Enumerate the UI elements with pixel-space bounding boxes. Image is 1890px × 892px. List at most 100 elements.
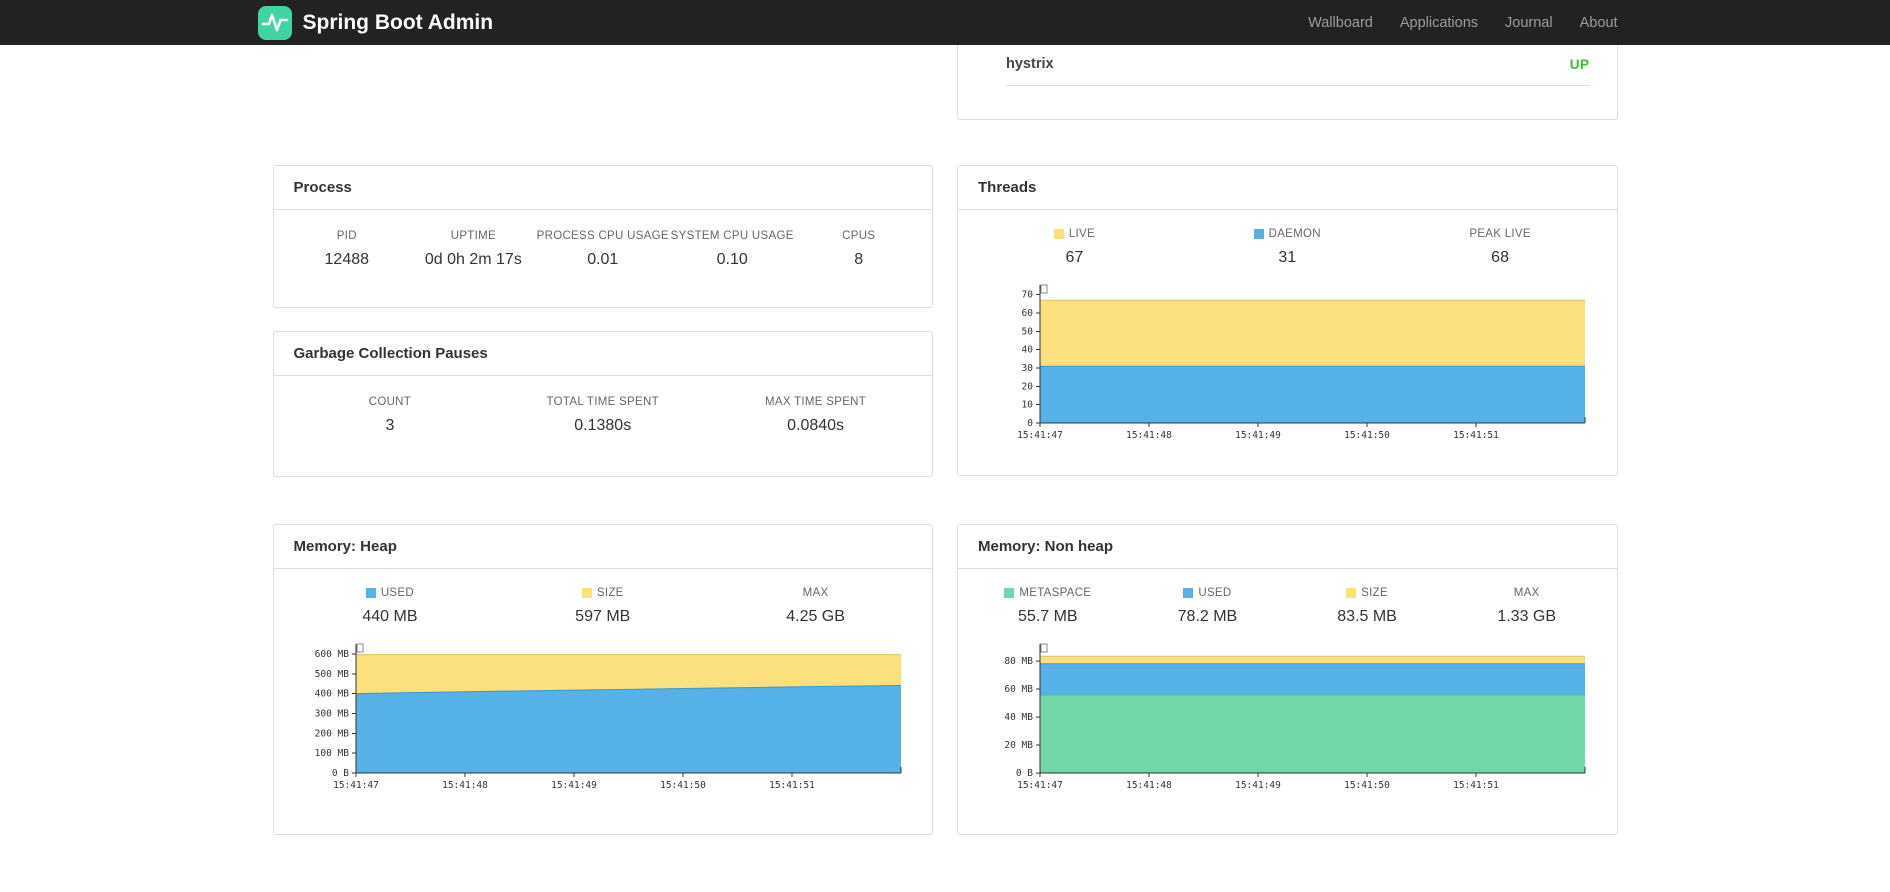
- svg-text:70: 70: [1022, 290, 1034, 301]
- legend-value: 83.5 MB: [1337, 608, 1397, 625]
- used-swatch-icon: [1183, 588, 1194, 598]
- svg-text:15:41:51: 15:41:51: [769, 780, 815, 791]
- application-name[interactable]: hystrix: [1006, 56, 1054, 72]
- metric-system-cpu: SYSTEM CPU USAGE 0.10: [669, 230, 796, 269]
- gc-panel-title: Garbage Collection Pauses: [273, 332, 932, 376]
- threads-panel: Threads LIVE 67 DAEMON 31 PEAK LIVE 68 0…: [957, 165, 1618, 476]
- application-status-row: hystrix UP: [1006, 45, 1590, 86]
- svg-text:15:41:49: 15:41:49: [551, 780, 597, 791]
- status-col: hystrix UP: [957, 45, 1618, 120]
- row-memory: Memory: Heap USED 440 MB SIZE 597 MB MAX…: [272, 524, 1618, 835]
- legend-item-daemon: DAEMON 31: [1181, 228, 1394, 267]
- legend-value: 67: [1065, 249, 1084, 266]
- right-col: Threads LIVE 67 DAEMON 31 PEAK LIVE 68 0…: [957, 165, 1618, 477]
- svg-text:15:41:50: 15:41:50: [660, 780, 706, 791]
- status-badge: UP: [1569, 56, 1590, 72]
- metric-label: UPTIME: [450, 230, 496, 242]
- svg-text:60: 60: [1022, 308, 1034, 319]
- svg-text:0 B: 0 B: [331, 768, 348, 779]
- row-main: Process PID 12488 UPTIME 0d 0h 2m 17s PR…: [272, 165, 1618, 477]
- threads-chart: 0 10 20 30 40 50 60 70 15:41:47 15:41:48 15:41:49 1…: [978, 281, 1597, 452]
- metric-value: 0.0840s: [787, 417, 845, 434]
- metric-label: MAX TIME SPENT: [765, 396, 867, 408]
- gc-metrics: COUNT 3 TOTAL TIME SPENT 0.1380s MAX TIM…: [274, 376, 933, 459]
- legend-item-peak-live: PEAK LIVE 68: [1394, 228, 1607, 267]
- metric-value: 0d 0h 2m 17s: [424, 251, 522, 268]
- memory-nonheap-panel-title: Memory: Non heap: [958, 525, 1617, 569]
- legend-label: DAEMON: [1268, 228, 1321, 240]
- svg-text:100 MB: 100 MB: [314, 748, 349, 759]
- metric-value: 8: [854, 251, 864, 268]
- process-metrics: PID 12488 UPTIME 0d 0h 2m 17s PROCESS CP…: [274, 210, 933, 293]
- nav-item-about[interactable]: About: [1580, 15, 1618, 31]
- legend-item-live: LIVE 67: [968, 228, 1181, 267]
- svg-text:15:41:48: 15:41:48: [1126, 430, 1172, 441]
- svg-text:60 MB: 60 MB: [1004, 684, 1033, 695]
- memory-heap-panel: Memory: Heap USED 440 MB SIZE 597 MB MAX…: [272, 524, 933, 835]
- metric-gc-total-time: TOTAL TIME SPENT 0.1380s: [496, 396, 709, 435]
- row-status: hystrix UP: [273, 45, 1618, 120]
- svg-text:50: 50: [1022, 326, 1034, 337]
- metric-value: 0.01: [587, 251, 619, 268]
- legend-value: 68: [1491, 249, 1509, 266]
- svg-text:15:41:49: 15:41:49: [1235, 430, 1281, 441]
- svg-text:0 B: 0 B: [1016, 768, 1033, 779]
- status-spacer-col: [273, 45, 934, 120]
- process-panel-title: Process: [273, 166, 932, 210]
- legend-value: 55.7 MB: [1018, 608, 1078, 625]
- metric-label: TOTAL TIME SPENT: [546, 396, 659, 408]
- metric-label: PID: [336, 230, 357, 242]
- legend-label: USED: [380, 587, 414, 599]
- legend-label: SIZE: [596, 587, 624, 599]
- legend-label: MAX: [1513, 587, 1540, 599]
- svg-text:20: 20: [1022, 381, 1034, 392]
- legend-value: 31: [1278, 249, 1297, 266]
- threads-legend: LIVE 67 DAEMON 31 PEAK LIVE 68: [958, 210, 1617, 267]
- metric-cpus: CPUS 8: [795, 230, 922, 269]
- heap-legend: USED 440 MB SIZE 597 MB MAX 4.25 GB: [274, 569, 933, 626]
- metric-label: SYSTEM CPU USAGE: [670, 230, 794, 242]
- svg-text:15:41:47: 15:41:47: [1017, 430, 1063, 441]
- legend-item-size: SIZE 597 MB: [496, 587, 709, 626]
- brand-title: Spring Boot Admin: [302, 10, 494, 34]
- legend-value: 4.25 GB: [786, 608, 845, 625]
- application-status-panel: hystrix UP: [957, 45, 1618, 120]
- nav-item-journal[interactable]: Journal: [1505, 15, 1553, 31]
- metric-label: COUNT: [368, 396, 412, 408]
- threads-panel-title: Threads: [958, 166, 1617, 210]
- metric-label: PROCESS CPU USAGE: [536, 230, 669, 242]
- live-swatch-icon: [1053, 229, 1064, 239]
- size-swatch-icon: [581, 588, 592, 598]
- metric-process-cpu: PROCESS CPU USAGE 0.01: [537, 230, 669, 269]
- nonheap-legend: METASPACE 55.7 MB USED 78.2 MB SIZE 83.5…: [958, 569, 1617, 626]
- legend-label: SIZE: [1361, 587, 1388, 599]
- metric-uptime: UPTIME 0d 0h 2m 17s: [410, 230, 537, 269]
- nav-item-wallboard[interactable]: Wallboard: [1308, 15, 1373, 31]
- legend-label: PEAK LIVE: [1469, 228, 1531, 240]
- process-panel: Process PID 12488 UPTIME 0d 0h 2m 17s PR…: [272, 165, 933, 308]
- svg-text:600 MB: 600 MB: [314, 649, 349, 660]
- legend-label: USED: [1198, 587, 1232, 599]
- svg-text:200 MB: 200 MB: [314, 728, 349, 739]
- nav-item-applications[interactable]: Applications: [1400, 15, 1478, 31]
- legend-label: METASPACE: [1019, 587, 1092, 599]
- heap-chart: 0 B 100 MB 200 MB 300 MB 400 MB 500 MB 600 MB 1…: [294, 640, 913, 802]
- svg-text:15:41:50: 15:41:50: [1344, 780, 1390, 791]
- legend-label: MAX: [802, 587, 829, 599]
- svg-text:10: 10: [1022, 400, 1034, 411]
- svg-text:400 MB: 400 MB: [314, 689, 349, 700]
- legend-item-used: USED 78.2 MB: [1128, 587, 1288, 626]
- svg-text:300 MB: 300 MB: [314, 709, 349, 720]
- svg-text:30: 30: [1022, 363, 1034, 374]
- heap-col: Memory: Heap USED 440 MB SIZE 597 MB MAX…: [272, 524, 933, 835]
- metric-gc-count: COUNT 3: [284, 396, 497, 435]
- legend-item-max: MAX 4.25 GB: [709, 587, 922, 626]
- brand-link[interactable]: Spring Boot Admin: [257, 5, 494, 41]
- dashboard-container: hystrix UP Process PID 12488 UPTIME 0d 0…: [272, 45, 1618, 835]
- metaspace-swatch-icon: [1004, 588, 1015, 598]
- daemon-swatch-icon: [1253, 229, 1264, 239]
- nonheap-col: Memory: Non heap METASPACE 55.7 MB USED: [957, 524, 1618, 835]
- svg-text:15:41:48: 15:41:48: [1126, 780, 1172, 791]
- metric-label: CPUS: [842, 230, 876, 242]
- memory-nonheap-panel: Memory: Non heap METASPACE 55.7 MB USED: [957, 524, 1618, 835]
